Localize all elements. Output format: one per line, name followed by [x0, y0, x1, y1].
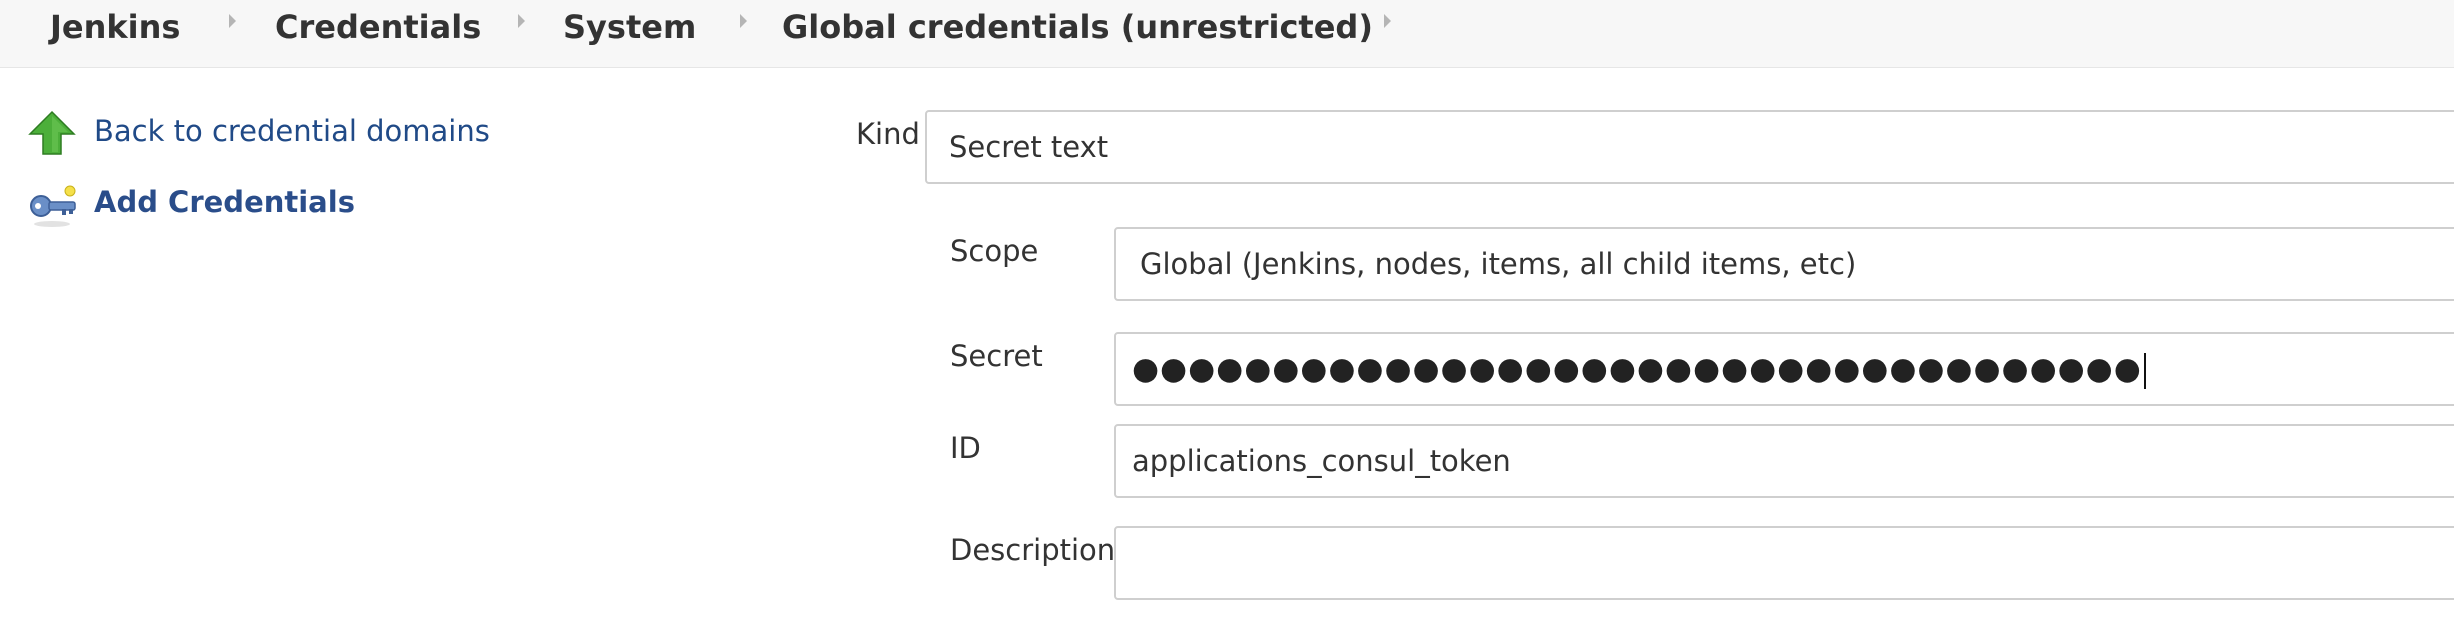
breadcrumb-separator-icon: [229, 14, 236, 28]
id-input[interactable]: applications_consul_token: [1114, 424, 2454, 498]
description-textarea[interactable]: [1114, 526, 2454, 600]
description-label: Description: [950, 533, 1116, 567]
scope-select[interactable]: Global (Jenkins, nodes, items, all child…: [1114, 227, 2454, 301]
breadcrumb-global-credentials[interactable]: Global credentials (unrestricted): [782, 9, 1373, 45]
text-caret: [2143, 353, 2146, 389]
kind-select[interactable]: Secret text: [925, 110, 2454, 184]
secret-input[interactable]: ●●●●●●●●●●●●●●●●●●●●●●●●●●●●●●●●●●●●: [1114, 332, 2454, 406]
breadcrumb: Jenkins Credentials System Global creden…: [0, 0, 2454, 68]
breadcrumb-credentials[interactable]: Credentials: [275, 9, 481, 45]
scope-label: Scope: [950, 234, 1039, 268]
key-icon: [28, 182, 78, 232]
kind-value: Secret text: [949, 130, 1109, 164]
id-label: ID: [950, 431, 981, 465]
breadcrumb-separator-icon: [740, 14, 747, 28]
back-to-credential-domains-link[interactable]: Back to credential domains: [94, 114, 490, 148]
scope-value: Global (Jenkins, nodes, items, all child…: [1140, 247, 1857, 281]
breadcrumb-separator-icon: [1384, 14, 1391, 28]
breadcrumb-system[interactable]: System: [563, 9, 696, 45]
secret-label: Secret: [950, 339, 1043, 373]
arrow-up-icon: [28, 110, 76, 160]
add-credentials-link[interactable]: Add Credentials: [94, 185, 355, 219]
breadcrumb-jenkins[interactable]: Jenkins: [50, 9, 180, 45]
kind-label: Kind: [856, 117, 920, 151]
id-value: applications_consul_token: [1132, 444, 1511, 478]
secret-masked-value: ●●●●●●●●●●●●●●●●●●●●●●●●●●●●●●●●●●●●: [1132, 351, 2142, 387]
breadcrumb-separator-icon: [518, 14, 525, 28]
